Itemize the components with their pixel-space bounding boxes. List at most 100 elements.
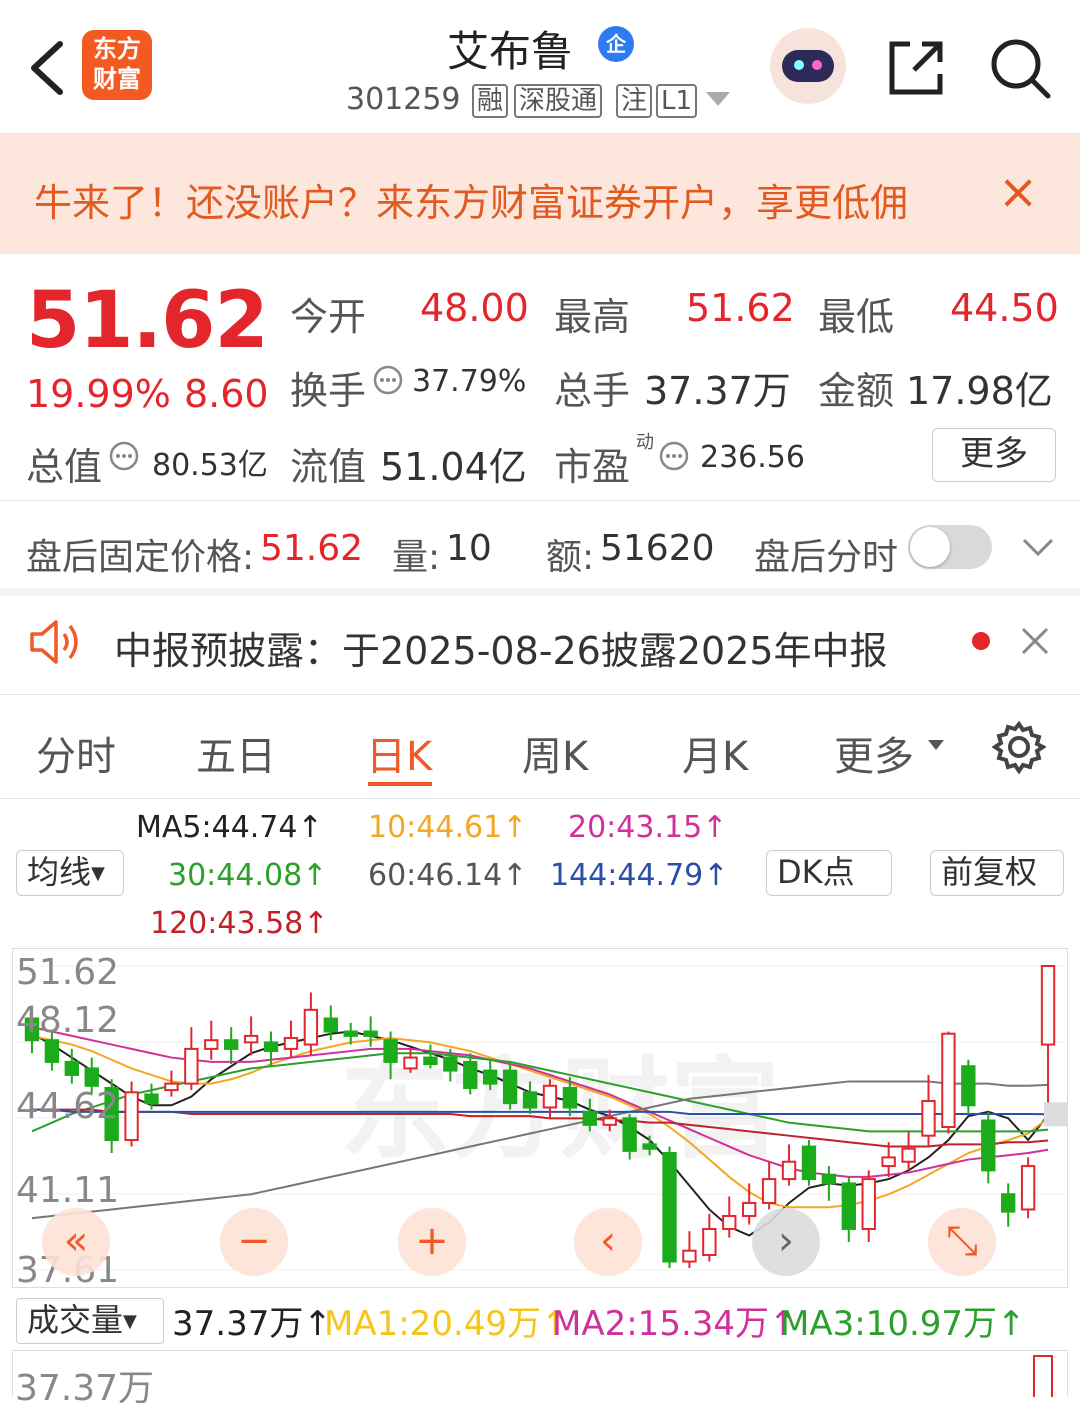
- candle-body: [722, 1214, 737, 1230]
- after-hours-price-label: 盘后固定价格:: [26, 537, 255, 578]
- volume-chart[interactable]: 37.37万: [12, 1350, 1068, 1409]
- candle-body: [403, 1056, 418, 1070]
- candle-body: [821, 1173, 837, 1185]
- caret-down-icon: ▼: [91, 863, 105, 884]
- notice-text[interactable]: 中报预披露：于2025-08-26披露2025年中报: [114, 620, 888, 675]
- candle-body: [44, 1039, 60, 1063]
- ma10-legend: 10:44.61↑: [368, 810, 528, 845]
- info-icon[interactable]: [372, 364, 404, 396]
- ma144-legend: 144:44.79↑: [550, 858, 729, 893]
- price-adjust-label: 前复权: [941, 853, 1038, 891]
- y-axis-label: 41.11: [16, 1170, 120, 1211]
- zoom-in-icon[interactable]: +: [398, 1208, 466, 1276]
- volume-axis-top: 37.37万: [15, 1368, 155, 1409]
- info-icon[interactable]: [658, 440, 690, 472]
- float-value: 51.04亿: [380, 445, 527, 489]
- info-icon[interactable]: [108, 440, 140, 472]
- price-adjust-button[interactable]: 前复权: [930, 850, 1064, 896]
- pe-label: 市盈: [554, 445, 631, 489]
- candle-body: [602, 1117, 617, 1126]
- open-label: 今开: [290, 295, 367, 339]
- promo-banner-text[interactable]: 牛来了！还没账户？来东方财富证券开户，享更低佣: [34, 172, 964, 227]
- after-hours-toggle[interactable]: [908, 525, 992, 569]
- candle-body: [542, 1084, 558, 1109]
- tab-weekly-k[interactable]: 周K: [522, 724, 588, 782]
- settings-gear-icon[interactable]: [992, 720, 1046, 774]
- back-arrow-icon[interactable]: [26, 40, 66, 96]
- share-icon[interactable]: [886, 38, 946, 98]
- kline-chart-svg[interactable]: 东方财富: [12, 948, 1068, 1288]
- volume-value: 37.37万: [644, 369, 791, 413]
- candle-body: [443, 1056, 458, 1072]
- candle-body: [343, 1030, 358, 1037]
- candle-body: [941, 1032, 956, 1129]
- candle-body: [761, 1178, 777, 1204]
- assistant-robot-icon[interactable]: [770, 28, 846, 104]
- scroll-left-icon[interactable]: ‹: [574, 1208, 642, 1276]
- tab-intraday[interactable]: 分时: [36, 724, 116, 782]
- tab-five-day[interactable]: 五日: [196, 724, 276, 782]
- high-value: 51.62: [686, 286, 795, 330]
- more-quote-button[interactable]: 更多: [932, 428, 1056, 482]
- stock-name: 艾布鲁: [447, 27, 574, 76]
- after-hours-amt-label: 额:: [546, 537, 595, 578]
- low-label: 最低: [818, 295, 895, 339]
- candle-body: [662, 1152, 677, 1263]
- ma-select-button[interactable]: 均线▼: [16, 850, 124, 896]
- high-label: 最高: [554, 295, 631, 339]
- after-hours-amt: 51620: [600, 528, 715, 569]
- tab-daily-k[interactable]: 日K: [366, 724, 432, 782]
- dk-point-button[interactable]: DK点: [766, 850, 892, 896]
- active-tab-indicator: [368, 782, 432, 786]
- open-value: 48.00: [420, 286, 529, 330]
- tab-more-caret-icon[interactable]: [928, 740, 944, 752]
- tag-level: L1: [656, 84, 698, 118]
- zoom-out-icon[interactable]: −: [220, 1208, 288, 1276]
- ma5-legend: MA5:44.74↑: [136, 810, 323, 845]
- candle-body: [502, 1069, 518, 1105]
- price-marker: [1044, 1102, 1068, 1127]
- candle-body: [84, 1067, 99, 1087]
- scroll-left-fast-icon[interactable]: «: [42, 1208, 110, 1276]
- app-header: 东方 财富 艾布鲁 企 301259 融 深股通 注 L1: [0, 0, 1080, 134]
- after-hours-vol: 10: [446, 528, 492, 569]
- candle-body: [243, 1034, 259, 1044]
- y-axis-label: 48.12: [16, 1000, 120, 1041]
- stock-code: 301259: [346, 82, 461, 117]
- dk-point-label: DK点: [777, 853, 855, 891]
- candle-body: [1001, 1193, 1016, 1213]
- candle-body: [622, 1117, 637, 1152]
- candle-body: [562, 1086, 578, 1109]
- after-hours-vol-label: 量:: [392, 537, 441, 578]
- candle-body: [303, 1008, 319, 1046]
- candle-body: [981, 1119, 996, 1172]
- candle-body: [682, 1249, 697, 1263]
- mktcap-label: 总值: [26, 445, 103, 489]
- tag-connect: 深股通: [514, 84, 603, 118]
- pe-sup: 动: [636, 432, 654, 453]
- current-price: 51.62: [26, 276, 269, 366]
- search-icon[interactable]: [988, 36, 1052, 100]
- chevron-down-icon[interactable]: [1022, 536, 1054, 558]
- volume-indicator-select[interactable]: 成交量▼: [16, 1298, 164, 1344]
- tab-more[interactable]: 更多: [834, 724, 914, 782]
- candle-body: [582, 1110, 597, 1126]
- notice-close-icon[interactable]: [1020, 626, 1050, 656]
- low-value: 44.50: [950, 286, 1059, 330]
- promo-banner[interactable]: 牛来了！还没账户？来东方财富证券开户，享更低佣 ×: [0, 134, 1080, 254]
- scroll-right-icon[interactable]: ›: [752, 1208, 820, 1276]
- divider: [0, 500, 1080, 501]
- candle-body: [144, 1093, 159, 1105]
- banner-close-icon[interactable]: ×: [998, 164, 1038, 220]
- candle-body: [184, 1047, 199, 1085]
- ma60-legend: 60:46.14↑: [368, 858, 528, 893]
- candle-body: [522, 1091, 538, 1109]
- candle-body: [483, 1069, 498, 1085]
- dropdown-caret-icon[interactable]: [706, 92, 730, 108]
- candle-body: [742, 1201, 757, 1217]
- logo-text-line1: 东方: [93, 35, 141, 63]
- tab-monthly-k[interactable]: 月K: [682, 724, 748, 782]
- fullscreen-icon[interactable]: ⤡: [928, 1208, 996, 1276]
- candle-body: [323, 1017, 338, 1033]
- kline-chart[interactable]: 东方财富 51.62 48.12 44.62 41.11 37.61 « − +…: [12, 948, 1068, 1291]
